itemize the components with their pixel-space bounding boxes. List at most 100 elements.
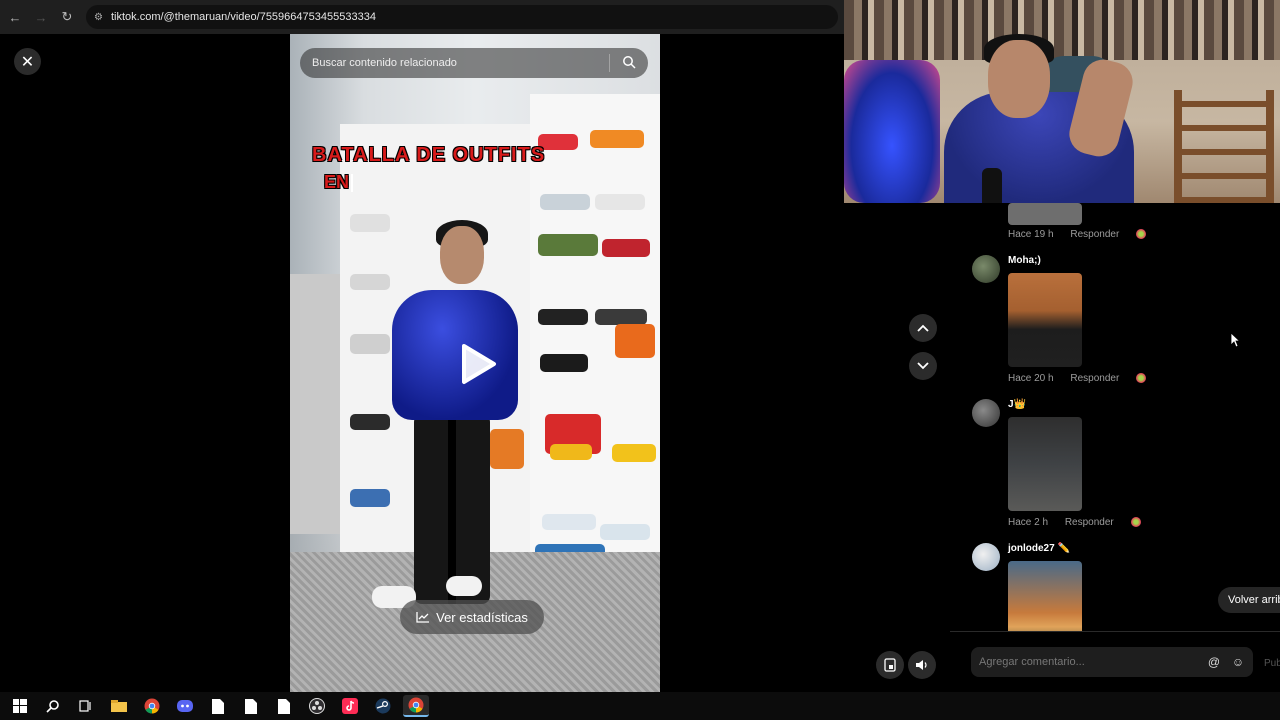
comment-username[interactable]: J👑 xyxy=(1008,399,1026,410)
view-stats-label: Ver estadísticas xyxy=(436,609,528,625)
reply-button[interactable]: Responder xyxy=(1065,517,1114,528)
search-icon[interactable] xyxy=(40,695,66,717)
shoe xyxy=(540,354,588,372)
previous-video-button[interactable] xyxy=(909,314,937,342)
comment-username[interactable]: Moha;) xyxy=(1008,255,1041,266)
sticker-icon[interactable] xyxy=(1136,373,1147,384)
video-caption-text: EN xyxy=(324,172,350,192)
comment-placeholder: Agregar comentario... xyxy=(979,656,1085,668)
avatar[interactable] xyxy=(972,543,1000,571)
shoe xyxy=(542,514,596,530)
webcam-overlay xyxy=(844,0,1280,203)
storage-box xyxy=(290,274,340,534)
chrome-icon[interactable] xyxy=(139,695,165,717)
shoe xyxy=(350,334,390,354)
shoe xyxy=(595,309,647,325)
file-icon[interactable] xyxy=(205,695,231,717)
close-button[interactable]: ✕ xyxy=(14,48,41,75)
close-icon: ✕ xyxy=(20,53,35,71)
comment-time: Hace 19 h xyxy=(1008,229,1054,240)
clothing-rack xyxy=(844,0,1280,60)
tiktok-icon[interactable] xyxy=(337,695,363,717)
address-bar[interactable]: ⚙ tiktok.com/@themaruan/video/7559664753… xyxy=(86,5,838,29)
comment-meta: Hace 19 h Responder xyxy=(1008,229,1160,240)
site-info-icon[interactable]: ⚙ xyxy=(94,12,103,23)
comments-list[interactable]: Hace 19 h Responder Moha;) Hace 20 h Res… xyxy=(950,203,1280,631)
obs-icon[interactable] xyxy=(304,695,330,717)
person-jacket xyxy=(392,290,518,420)
comment-username[interactable]: jonlode27 ✏️ xyxy=(1008,543,1070,554)
video-caption-line2: EN xyxy=(324,172,354,193)
divider xyxy=(609,54,610,72)
avatar[interactable] xyxy=(972,255,1000,283)
avatar[interactable] xyxy=(972,399,1000,427)
steam-icon[interactable] xyxy=(370,695,396,717)
microphone xyxy=(982,168,1002,203)
file-icon[interactable] xyxy=(238,695,264,717)
chart-icon xyxy=(416,612,430,623)
search-placeholder: Buscar contenido relacionado xyxy=(312,57,457,69)
back-icon[interactable]: ← xyxy=(4,6,26,28)
play-icon[interactable] xyxy=(458,342,498,386)
file-icon[interactable] xyxy=(271,695,297,717)
next-video-button[interactable] xyxy=(909,352,937,380)
reload-icon[interactable]: ↻ xyxy=(56,6,78,28)
shoe xyxy=(612,444,656,462)
comment-image[interactable] xyxy=(1008,417,1082,511)
emoji-icon[interactable]: ☺ xyxy=(1231,655,1245,669)
mention-icon[interactable]: @ xyxy=(1207,655,1221,669)
person-shoe xyxy=(446,576,482,596)
person-head xyxy=(440,226,484,284)
shoe xyxy=(602,239,650,257)
task-view-icon[interactable] xyxy=(73,695,99,717)
reply-button[interactable]: Responder xyxy=(1070,229,1119,240)
search-icon[interactable] xyxy=(622,55,636,69)
video-player[interactable]: Buscar contenido relacionado BATALLA DE … xyxy=(290,34,660,692)
shoe xyxy=(540,194,590,210)
puffer-jacket xyxy=(844,60,940,203)
shoe xyxy=(550,444,592,460)
comment-meta: Hace 2 h Responder xyxy=(1008,517,1155,528)
file-explorer-icon[interactable] xyxy=(106,695,132,717)
shoe xyxy=(350,489,390,507)
volume-button[interactable] xyxy=(908,651,936,679)
chrome-icon[interactable] xyxy=(403,695,429,717)
view-stats-button[interactable]: Ver estadísticas xyxy=(400,600,544,634)
shoe-box xyxy=(615,324,655,358)
windows-taskbar xyxy=(0,692,1280,720)
floating-player-button[interactable] xyxy=(876,651,904,679)
comment-time: Hace 20 h xyxy=(1008,373,1054,384)
comment-image[interactable] xyxy=(1008,561,1082,631)
sticker-icon[interactable] xyxy=(1136,229,1147,240)
shoe xyxy=(350,414,390,430)
text-cursor xyxy=(351,174,354,193)
forward-icon[interactable]: → xyxy=(30,6,52,28)
shoe xyxy=(600,524,650,540)
mini-player-icon xyxy=(884,658,896,672)
publish-button[interactable]: Publicar xyxy=(1264,658,1280,669)
shoe xyxy=(538,234,598,256)
streamer-head xyxy=(988,40,1050,118)
reply-button[interactable]: Responder xyxy=(1070,373,1119,384)
wooden-chair xyxy=(1174,90,1274,203)
shoe-box xyxy=(490,429,524,469)
chevron-up-icon xyxy=(917,324,929,332)
related-search-input[interactable]: Buscar contenido relacionado xyxy=(300,48,648,78)
sticker-icon[interactable] xyxy=(1130,517,1141,528)
comment-input[interactable]: Agregar comentario... @ ☺ xyxy=(971,647,1253,677)
comment-image[interactable] xyxy=(1008,203,1082,225)
back-to-top-button[interactable]: Volver arriba xyxy=(1218,587,1280,613)
video-caption-line1: BATALLA DE OUTFITS xyxy=(312,144,546,166)
shoe xyxy=(590,130,644,148)
comment-meta: Hace 20 h Responder xyxy=(1008,373,1160,384)
shoe xyxy=(538,309,588,325)
divider xyxy=(950,631,1280,632)
windows-start-icon[interactable] xyxy=(7,695,33,717)
chevron-down-icon xyxy=(917,362,929,370)
discord-icon[interactable] xyxy=(172,695,198,717)
comment-image[interactable] xyxy=(1008,273,1082,367)
url-text: tiktok.com/@themaruan/video/755966475345… xyxy=(110,11,376,23)
shoe xyxy=(350,274,390,290)
volume-icon xyxy=(916,660,927,670)
shoe xyxy=(595,194,645,210)
